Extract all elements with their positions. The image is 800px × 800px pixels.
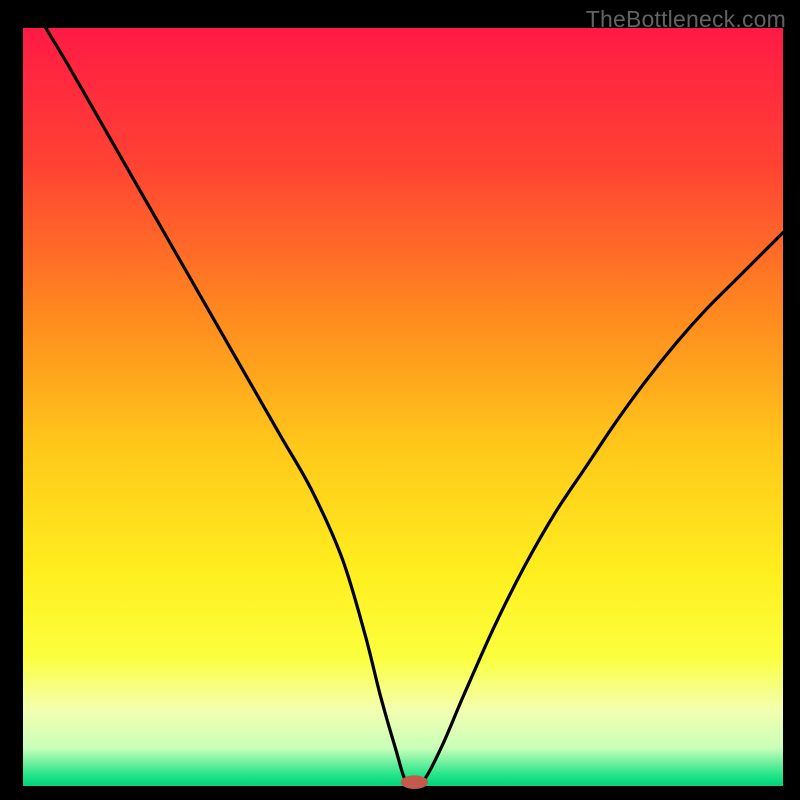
chart-frame: TheBottleneck.com [0, 0, 800, 800]
plot-background [23, 28, 783, 786]
optimum-marker [401, 775, 428, 789]
watermark-text: TheBottleneck.com [586, 6, 786, 33]
bottleneck-chart [0, 0, 800, 800]
